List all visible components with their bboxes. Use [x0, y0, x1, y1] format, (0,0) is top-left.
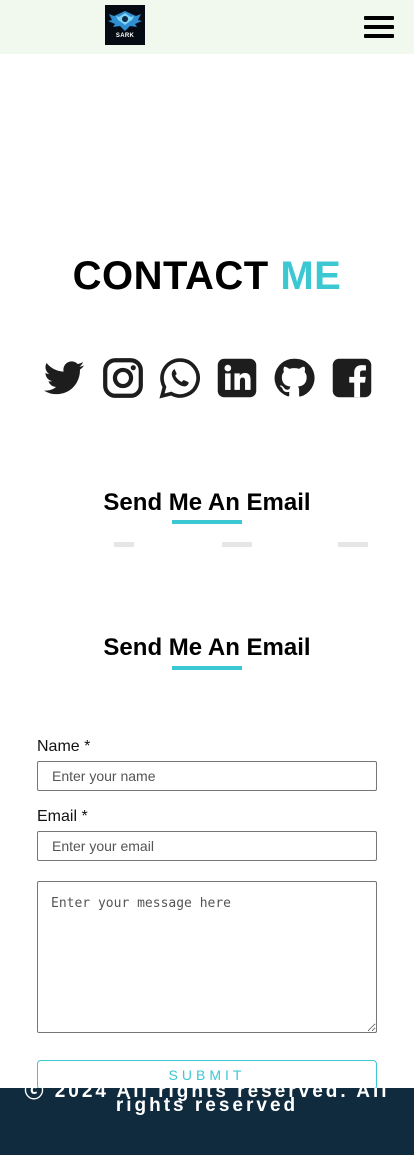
message-textarea[interactable]: [37, 881, 377, 1033]
name-label: Name *: [37, 738, 91, 755]
form-heading: Send Me An Email: [103, 634, 311, 661]
logo-text: SARK: [115, 33, 135, 39]
instagram-icon[interactable]: [101, 356, 145, 400]
hamburger-menu-icon[interactable]: [364, 14, 394, 40]
name-input[interactable]: [37, 761, 377, 791]
footer-rights: rights reserved: [115, 1095, 299, 1116]
heading-underline: [172, 666, 242, 670]
contact-heading-word: CONTACT: [72, 254, 269, 298]
email-input[interactable]: [37, 831, 377, 861]
social-links: [40, 356, 376, 402]
heading-underline: [172, 520, 242, 524]
contact-heading: CONTACT ME: [0, 254, 414, 299]
winged-emblem-icon: [108, 11, 142, 31]
divider: [222, 542, 252, 547]
linkedin-icon[interactable]: [215, 356, 259, 400]
footer: ⓒ 2024 All rights reserved. All rights r…: [0, 1088, 414, 1155]
divider: [114, 542, 134, 547]
email-label: Email *: [37, 808, 88, 825]
github-icon[interactable]: [272, 356, 316, 400]
navbar: SARK: [0, 0, 414, 54]
twitter-icon[interactable]: [42, 356, 86, 400]
email-section-heading: Send Me An Email: [103, 489, 311, 516]
contact-heading-accent: ME: [280, 254, 342, 298]
facebook-icon[interactable]: [330, 356, 374, 400]
site-logo[interactable]: SARK: [105, 5, 145, 45]
divider: [338, 542, 368, 547]
submit-button[interactable]: SUBMIT: [37, 1060, 377, 1090]
whatsapp-icon[interactable]: [158, 356, 202, 400]
